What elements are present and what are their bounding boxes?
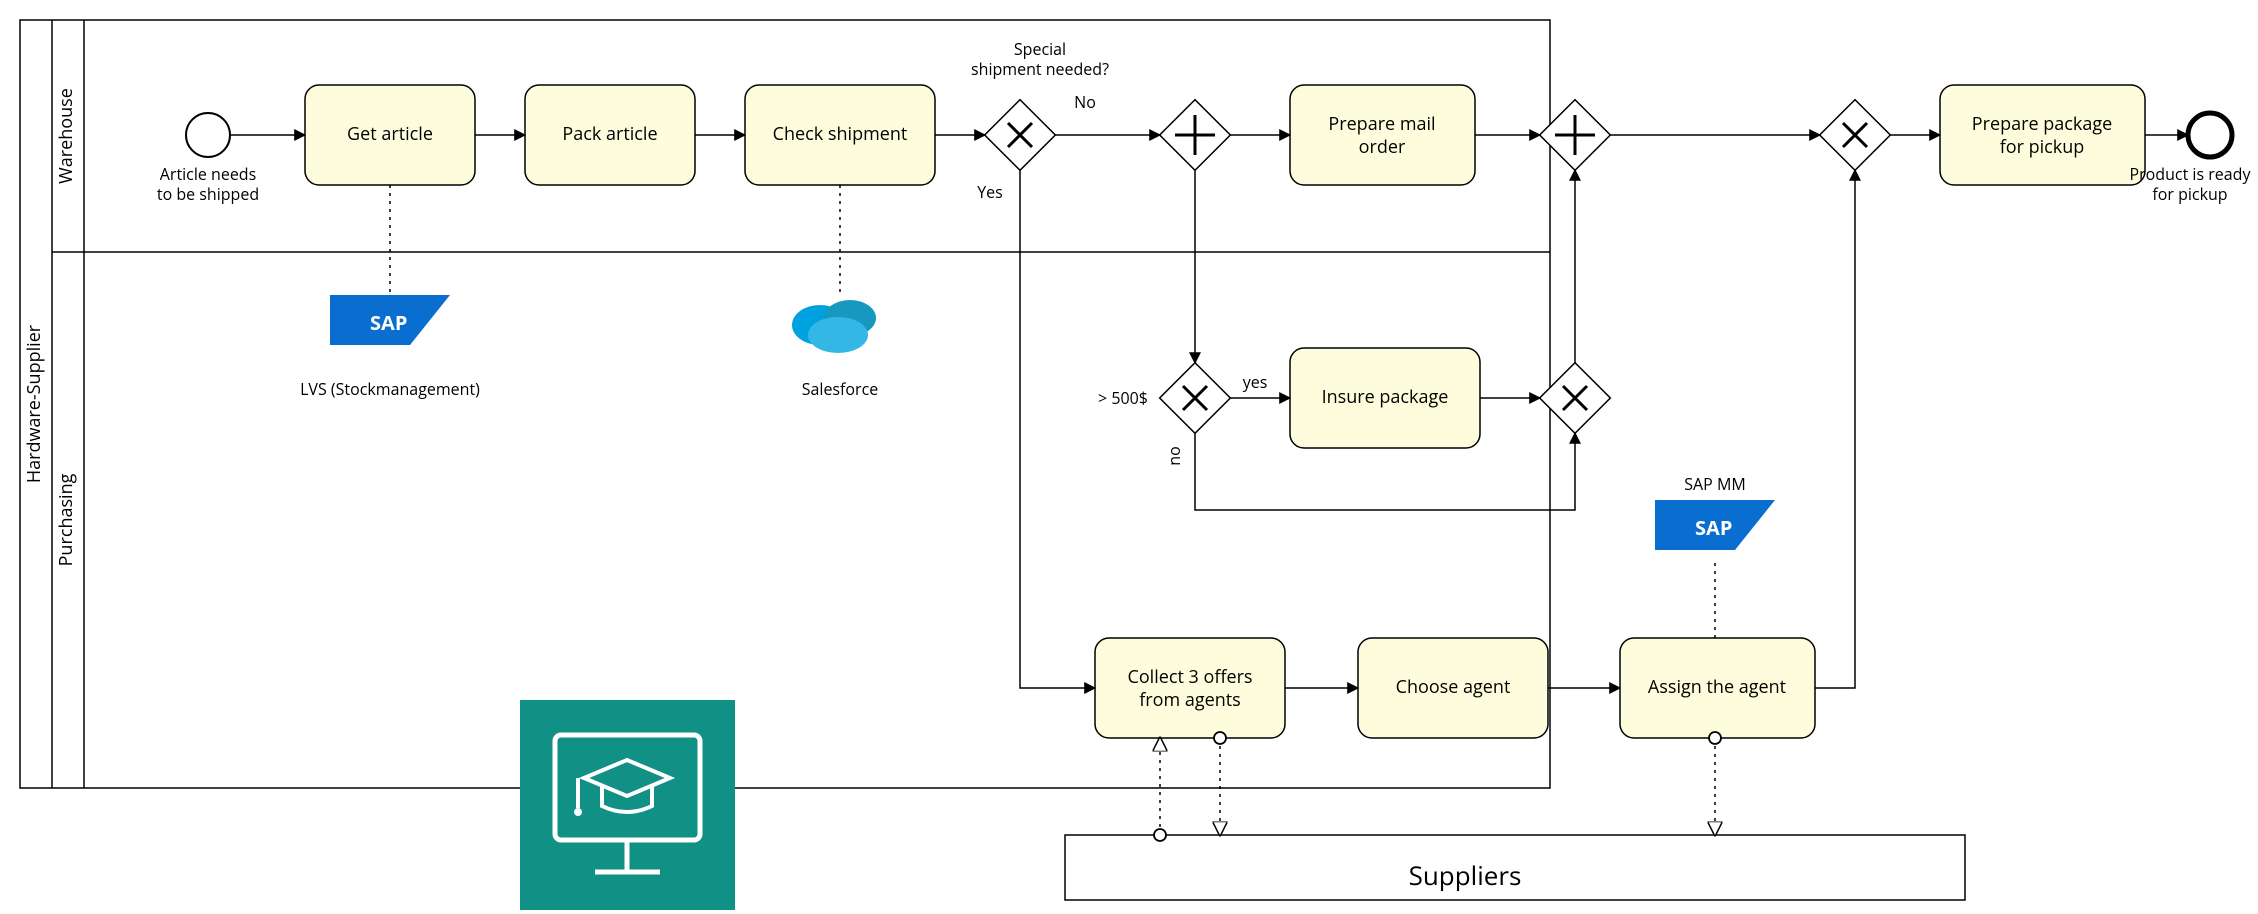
svg-text:order: order bbox=[1359, 135, 1406, 159]
end-event[interactable] bbox=[2188, 113, 2232, 157]
gateway-special-shipment[interactable] bbox=[985, 100, 1056, 171]
svg-text:from agents: from agents bbox=[1139, 688, 1241, 712]
start-event[interactable] bbox=[186, 113, 230, 157]
svg-text:Insure package: Insure package bbox=[1322, 385, 1449, 409]
svg-text:to be shipped: to be shipped bbox=[157, 183, 259, 205]
svg-text:Get article: Get article bbox=[347, 122, 433, 146]
sap-mm-label: SAP MM bbox=[1684, 473, 1745, 495]
svg-text:Choose agent: Choose agent bbox=[1396, 675, 1511, 699]
svg-text:SAP: SAP bbox=[1695, 514, 1732, 541]
svg-text:Assign the agent: Assign the agent bbox=[1648, 675, 1786, 699]
sap-lvs-icon: SAP bbox=[330, 295, 450, 345]
salesforce-label: Salesforce bbox=[802, 378, 879, 400]
svg-text:Prepare package: Prepare package bbox=[1972, 112, 2112, 136]
gateway-yes-label: Yes bbox=[977, 181, 1003, 203]
svg-text:for pickup: for pickup bbox=[2000, 135, 2085, 159]
lvs-label: LVS (Stockmanagement) bbox=[300, 378, 480, 400]
pool-title: Hardware-Supplier bbox=[22, 324, 46, 483]
gateway-over500-label: > 500$ bbox=[1098, 387, 1148, 409]
gateway-over500-yes: yes bbox=[1243, 371, 1268, 393]
start-event-label: Article needs bbox=[160, 163, 256, 185]
academy-monitor-icon bbox=[520, 700, 735, 910]
bpmn-diagram: Hardware-Supplier Warehouse Purchasing A… bbox=[0, 0, 2258, 914]
svg-text:Pack article: Pack article bbox=[562, 122, 657, 146]
salesforce-icon bbox=[792, 300, 876, 353]
gateway-special-label: Special bbox=[1014, 38, 1066, 60]
svg-text:SAP: SAP bbox=[370, 309, 407, 336]
svg-text:for pickup: for pickup bbox=[2152, 183, 2227, 205]
gateway-over-500[interactable] bbox=[1160, 363, 1231, 434]
gateway-over500-no: no bbox=[1163, 446, 1185, 465]
gateway-no-label: No bbox=[1074, 91, 1096, 113]
svg-text:shipment needed?: shipment needed? bbox=[971, 58, 1109, 80]
gateway-parallel-split[interactable] bbox=[1160, 100, 1231, 171]
svg-text:Collect 3 offers: Collect 3 offers bbox=[1127, 665, 1252, 689]
lane-warehouse: Warehouse bbox=[54, 88, 78, 184]
end-event-label: Product is ready bbox=[2130, 163, 2252, 185]
svg-text:Check shipment: Check shipment bbox=[773, 122, 908, 146]
suppliers-label: Suppliers bbox=[1409, 857, 1522, 893]
sap-mm-icon: SAP bbox=[1655, 500, 1775, 550]
gateway-exclusive-merge[interactable] bbox=[1820, 100, 1891, 171]
svg-text:Prepare mail: Prepare mail bbox=[1328, 112, 1435, 136]
lane-purchasing: Purchasing bbox=[54, 473, 78, 566]
